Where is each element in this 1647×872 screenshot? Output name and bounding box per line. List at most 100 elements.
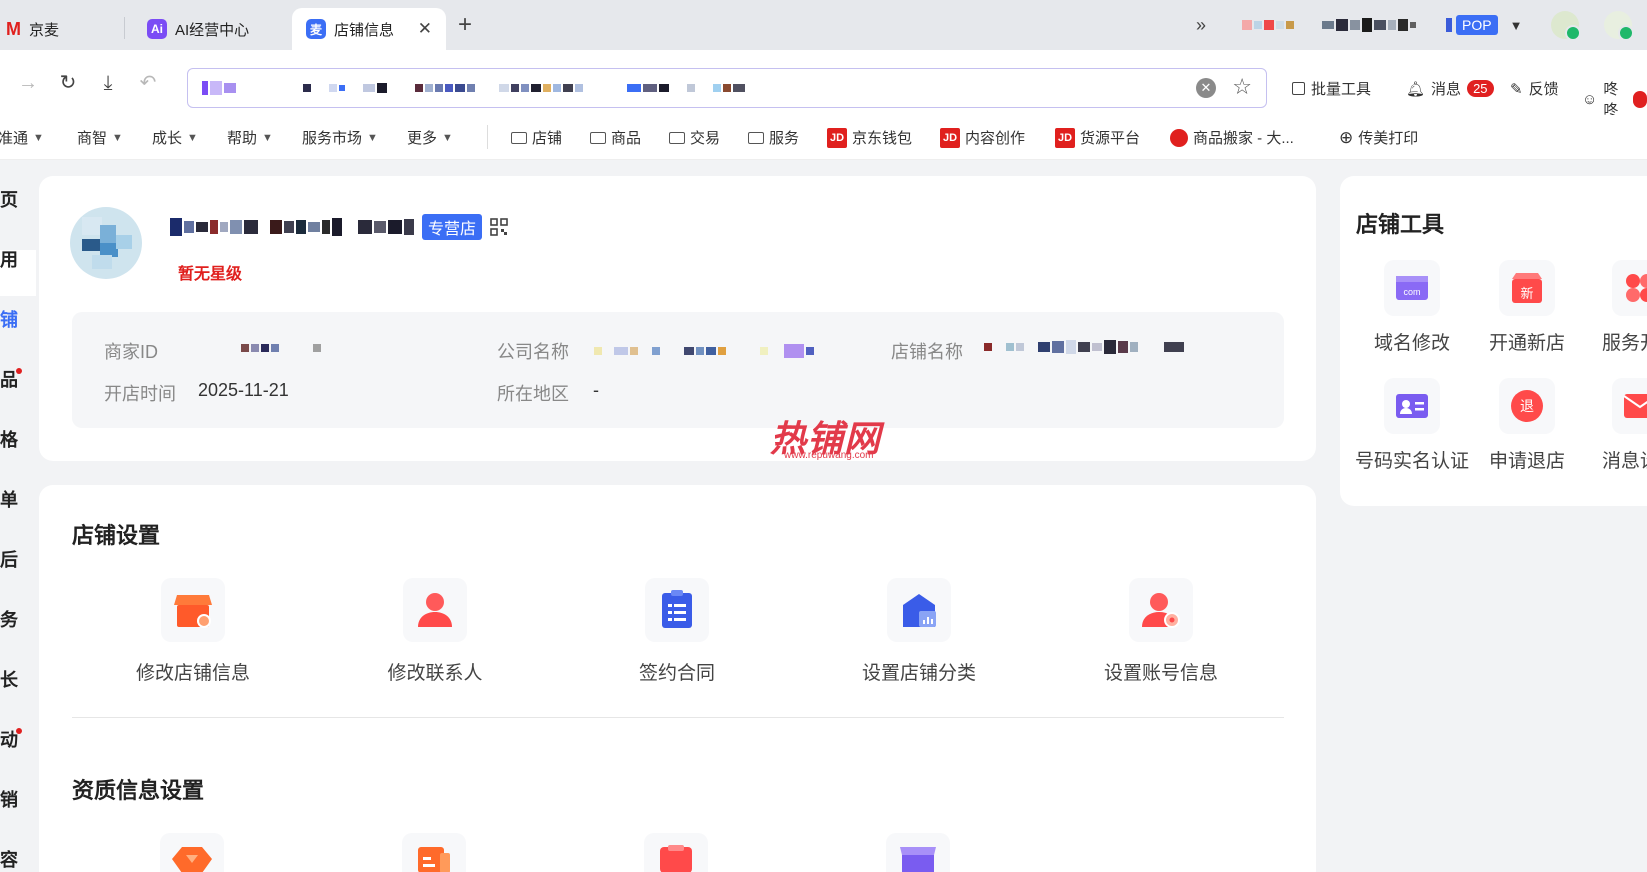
shop-category-button[interactable]: 设置店铺分类	[829, 578, 1009, 685]
sidebar-item[interactable]: 单	[0, 486, 18, 512]
contact-person-icon	[418, 593, 452, 627]
user-avatar-1[interactable]	[1551, 10, 1581, 41]
menu-more[interactable]: 更多 ▼	[407, 127, 453, 148]
contact-person-button[interactable]: 修改联系人	[345, 578, 525, 685]
undo-button[interactable]: ↶	[136, 72, 160, 94]
qualification-red-icon	[660, 845, 692, 872]
bookmark-folder-goods[interactable]: 商品	[590, 127, 641, 148]
sidebar-item[interactable]: 容	[0, 846, 18, 872]
url-redacted	[202, 81, 236, 95]
globe-icon: ⊕	[1339, 127, 1354, 147]
new-tab-button[interactable]: +	[458, 13, 472, 37]
profile-mosaic[interactable]	[1322, 10, 1416, 40]
qualification-item-2[interactable]	[402, 833, 466, 872]
sidebar-item[interactable]: 铺	[0, 306, 18, 332]
ai-icon: Ai	[147, 19, 167, 39]
shop-name-row: 专营店	[170, 214, 508, 240]
chevron-down-icon: ▼	[112, 131, 123, 144]
menu-chengzhang[interactable]: 成长 ▼	[152, 127, 198, 148]
open-time-label: 开店时间	[104, 384, 176, 404]
shop-name-label: 店铺名称	[891, 342, 963, 362]
account-settings-button[interactable]: 设置账号信息	[1071, 578, 1251, 685]
sidebar-item[interactable]: 务	[0, 606, 18, 632]
account-switcher[interactable]: POP ▼	[1446, 10, 1522, 40]
bookmark-folder-service[interactable]: 服务	[748, 127, 799, 148]
qualification-item-4[interactable]	[886, 833, 950, 872]
star-bookmark-icon[interactable]: ☆	[1232, 74, 1252, 100]
shop-name-value-redacted	[984, 340, 1184, 354]
tab-jingmai[interactable]: M 京麦	[0, 8, 118, 50]
sidebar-item[interactable]: 格	[0, 426, 18, 452]
bell-icon: 🔔︎	[1406, 80, 1426, 98]
qr-code-icon[interactable]	[490, 218, 508, 236]
chevron-down-icon: ▼	[187, 131, 198, 144]
tab-ai-center[interactable]: Ai AI经营中心	[133, 8, 293, 50]
sidebar-item[interactable]: 页	[0, 186, 18, 212]
service-icon	[1626, 274, 1647, 302]
image-icon	[1292, 82, 1305, 95]
tab-search-button[interactable]: »	[1196, 10, 1206, 40]
download-button[interactable]: ⤓	[96, 72, 120, 94]
menu-service-market[interactable]: 服务市场 ▼	[302, 127, 378, 148]
sidebar-item[interactable]: 长	[0, 666, 18, 692]
shop-edit-icon	[174, 595, 212, 628]
jd-logo-icon: JD	[1055, 127, 1075, 148]
service-open-button[interactable]: 服务开	[1552, 260, 1647, 355]
tab-shop-info[interactable]: 麦 店铺信息 ✕	[292, 8, 446, 50]
bookmark-jd-wallet[interactable]: JD 京东钱包	[827, 127, 912, 148]
bookmark-content-creation[interactable]: JD 内容创作	[940, 127, 1025, 148]
shop-edit-label: 修改店铺信息	[135, 663, 250, 684]
domain-icon: com	[1396, 276, 1428, 300]
bookmark-folder-shop[interactable]: 店铺	[511, 127, 562, 148]
dongdong-label: 咚咚	[1603, 81, 1619, 119]
bulk-tools-button[interactable]: 批量工具	[1292, 78, 1371, 99]
quit-store-icon-text: 退	[1520, 399, 1534, 415]
service-open-label: 服务开	[1602, 333, 1647, 354]
menu-bangzhu[interactable]: 帮助 ▼	[227, 127, 273, 148]
shop-type-tag: 专营店	[422, 214, 483, 240]
shop-edit-button[interactable]: 修改店铺信息	[103, 578, 283, 685]
tab-separator	[124, 17, 125, 39]
bookmark-chuanmei-print[interactable]: ⊕ 传美打印	[1339, 127, 1418, 148]
contact-person-label: 修改联系人	[387, 663, 483, 684]
close-icon[interactable]: ✕	[418, 19, 432, 39]
document-orange-icon	[418, 847, 450, 872]
messages-label: 消息	[1431, 81, 1462, 98]
jd-logo-icon: JD	[940, 127, 960, 148]
browser-tab-bar: M 京麦 Ai AI经营中心 麦 店铺信息 ✕ + » POP ▼	[0, 0, 1647, 50]
message-settings-button[interactable]: 消息设	[1552, 378, 1647, 473]
folder-icon	[511, 131, 527, 144]
extension-icon[interactable]	[1242, 10, 1294, 40]
store-tools-title: 店铺工具	[1356, 212, 1445, 237]
dongdong-button[interactable]: ☺ 咚咚	[1582, 78, 1647, 120]
forward-button[interactable]: →	[16, 72, 40, 94]
reload-button[interactable]: ↻	[56, 72, 80, 94]
contract-button[interactable]: 签约合同	[587, 578, 767, 685]
tab-label: 店铺信息	[334, 21, 395, 39]
qualification-item-3[interactable]	[644, 833, 708, 872]
sidebar-item[interactable]: 销	[0, 786, 18, 812]
qualification-item-1[interactable]	[160, 833, 224, 872]
chevron-down-icon: ▼	[1509, 17, 1523, 33]
merchant-id-label: 商家ID	[104, 342, 158, 362]
bookmark-folder-trade[interactable]: 交易	[669, 127, 720, 148]
menu-shangzhi[interactable]: 商智 ▼	[77, 127, 123, 148]
menu-zhuntong[interactable]: 准通 ▼	[0, 127, 44, 148]
bookmark-supply-platform[interactable]: JD 货源平台	[1055, 127, 1140, 148]
bookmarks-bar: 准通 ▼ 商智 ▼ 成长 ▼ 帮助 ▼ 服务市场 ▼ 更多 ▼ 店铺 商品 交易 服务 JD…	[0, 115, 1647, 160]
folder-icon	[669, 131, 685, 144]
url-input[interactable]: ✕ ☆	[187, 68, 1267, 108]
user-avatar-2[interactable]	[1604, 10, 1634, 41]
messages-count-badge: 25	[1467, 80, 1494, 97]
feedback-button[interactable]: ✎ 反馈	[1510, 78, 1559, 99]
bookmark-divider	[487, 125, 488, 149]
clear-url-icon[interactable]: ✕	[1196, 78, 1216, 98]
bookmark-move-goods[interactable]: 商品搬家 - 大...	[1170, 127, 1294, 148]
sidebar-item[interactable]: 用	[0, 246, 18, 272]
sidebar-item[interactable]: 后	[0, 546, 18, 572]
company-name-label: 公司名称	[497, 342, 569, 362]
notification-dot	[16, 368, 22, 374]
jd-logo-icon: JD	[827, 127, 847, 148]
messages-button[interactable]: 🔔︎ 消息 25	[1406, 78, 1494, 99]
bulk-tools-label: 批量工具	[1311, 81, 1372, 98]
